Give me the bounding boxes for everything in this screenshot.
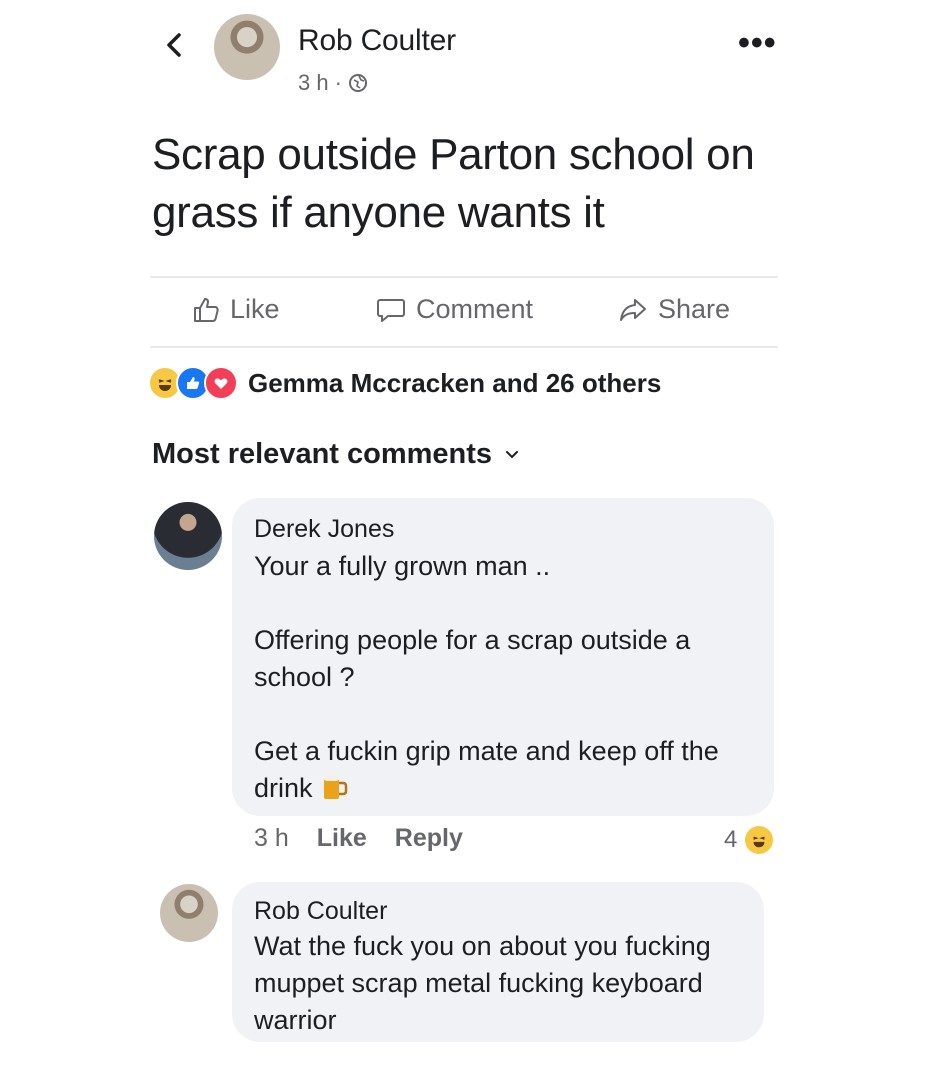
comment-like-button[interactable]: Like (317, 824, 367, 853)
comment-time[interactable]: 3 h (254, 824, 289, 853)
reactions-summary-text: Gemma Mccracken and 26 others (248, 367, 662, 398)
comment-text: Your a fully grown man .. Offering peopl… (254, 548, 759, 807)
back-button[interactable] (160, 30, 190, 60)
beer-mug-icon (324, 775, 348, 799)
comment-meta: 3 h Like Reply (254, 824, 463, 853)
comments-filter-label: Most relevant comments (152, 438, 493, 470)
divider (150, 276, 778, 278)
divider (150, 346, 778, 348)
author-avatar[interactable] (214, 14, 280, 80)
chevron-down-icon (506, 450, 519, 458)
comment-reply-button[interactable]: Reply (395, 824, 463, 853)
globe-icon (348, 74, 367, 92)
comment-author[interactable]: Rob Coulter (254, 897, 387, 926)
share-arrow-icon (620, 298, 646, 321)
comments-filter-dropdown[interactable]: Most relevant comments (152, 438, 520, 471)
share-label: Share (658, 294, 731, 324)
comment-button[interactable]: Comment (376, 294, 533, 325)
comment-reaction-number: 4 (724, 826, 738, 853)
comment-body: Your a fully grown man .. Offering peopl… (254, 551, 719, 803)
chevron-left-icon (167, 33, 181, 57)
commenter-avatar[interactable] (154, 502, 222, 570)
like-label: Like (230, 294, 280, 324)
like-button[interactable]: Like (192, 294, 280, 325)
comment-reaction-count[interactable]: 4 (724, 826, 774, 854)
more-options-button[interactable]: ••• (738, 24, 777, 63)
comment-body: Wat the fuck you on about you fucking mu… (254, 931, 711, 1035)
meta-separator: · (334, 70, 342, 95)
reactions-summary[interactable]: Gemma Mccracken and 26 others (148, 366, 661, 400)
comment-bubble-icon (377, 298, 405, 322)
haha-reaction-icon (745, 826, 774, 854)
thumbs-up-icon (194, 297, 219, 322)
share-button[interactable]: Share (618, 294, 730, 325)
post-meta: 3 h · (298, 70, 368, 96)
comment-author[interactable]: Derek Jones (254, 515, 394, 544)
commenter-avatar[interactable] (160, 884, 218, 942)
post-body: Scrap outside Parton school on grass if … (152, 130, 755, 237)
love-reaction-icon (204, 366, 238, 400)
comment-label: Comment (416, 294, 534, 324)
post-author-name[interactable]: Rob Coulter (298, 24, 456, 58)
post-time[interactable]: 3 h (298, 70, 329, 96)
